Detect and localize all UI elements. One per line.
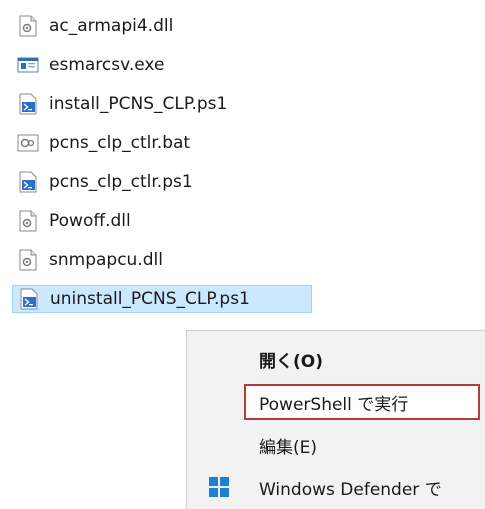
bat-file-icon xyxy=(17,132,39,154)
explorer-window: ac_armapi4.dll esmarcsv.exe install_PCNS… xyxy=(0,0,485,509)
dll-file-icon xyxy=(17,249,39,271)
file-row-esmarcsv[interactable]: esmarcsv.exe xyxy=(12,51,372,79)
exe-file-icon xyxy=(17,54,39,76)
file-name: pcns_clp_ctlr.ps1 xyxy=(49,172,193,192)
windows-defender-icon xyxy=(207,475,231,499)
file-row-snmpapcu[interactable]: snmpapcu.dll xyxy=(12,246,372,274)
file-row-pcns-clp-ctlr-bat[interactable]: pcns_clp_ctlr.bat xyxy=(12,129,372,157)
file-name: ac_armapi4.dll xyxy=(49,16,174,36)
dll-file-icon xyxy=(17,15,39,37)
file-row-powoff[interactable]: Powoff.dll xyxy=(12,207,372,235)
menu-item-open-label: 開く(O) xyxy=(259,351,323,372)
file-name: uninstall_PCNS_CLP.ps1 xyxy=(50,289,250,309)
powershell-file-icon xyxy=(17,93,39,115)
menu-item-run-powershell[interactable]: PowerShell で実行 xyxy=(187,382,485,422)
file-row-uninstall-pcns-clp[interactable]: uninstall_PCNS_CLP.ps1 xyxy=(12,285,312,313)
menu-item-edit[interactable]: 編集(E) xyxy=(187,425,485,465)
file-list: ac_armapi4.dll esmarcsv.exe install_PCNS… xyxy=(12,12,372,324)
file-name: esmarcsv.exe xyxy=(49,55,165,75)
file-name: Powoff.dll xyxy=(49,211,131,231)
file-row-ac-armapi4[interactable]: ac_armapi4.dll xyxy=(12,12,372,40)
menu-item-edit-label: 編集(E) xyxy=(259,437,318,458)
menu-item-windows-defender-label: Windows Defender で xyxy=(259,479,442,500)
menu-item-open[interactable]: 開く(O) xyxy=(187,339,485,379)
dll-file-icon xyxy=(17,210,39,232)
file-row-install-pcns-clp[interactable]: install_PCNS_CLP.ps1 xyxy=(12,90,372,118)
file-name: pcns_clp_ctlr.bat xyxy=(49,133,191,153)
file-name: install_PCNS_CLP.ps1 xyxy=(49,94,228,114)
menu-item-run-powershell-label: PowerShell で実行 xyxy=(259,394,409,415)
powershell-file-icon xyxy=(17,171,39,193)
file-row-pcns-clp-ctlr-ps1[interactable]: pcns_clp_ctlr.ps1 xyxy=(12,168,372,196)
file-name: snmpapcu.dll xyxy=(49,250,163,270)
powershell-file-icon xyxy=(18,288,40,310)
menu-item-windows-defender[interactable]: Windows Defender で xyxy=(187,467,485,507)
context-menu: 開く(O) PowerShell で実行 編集(E) Windows Defen… xyxy=(186,330,485,509)
